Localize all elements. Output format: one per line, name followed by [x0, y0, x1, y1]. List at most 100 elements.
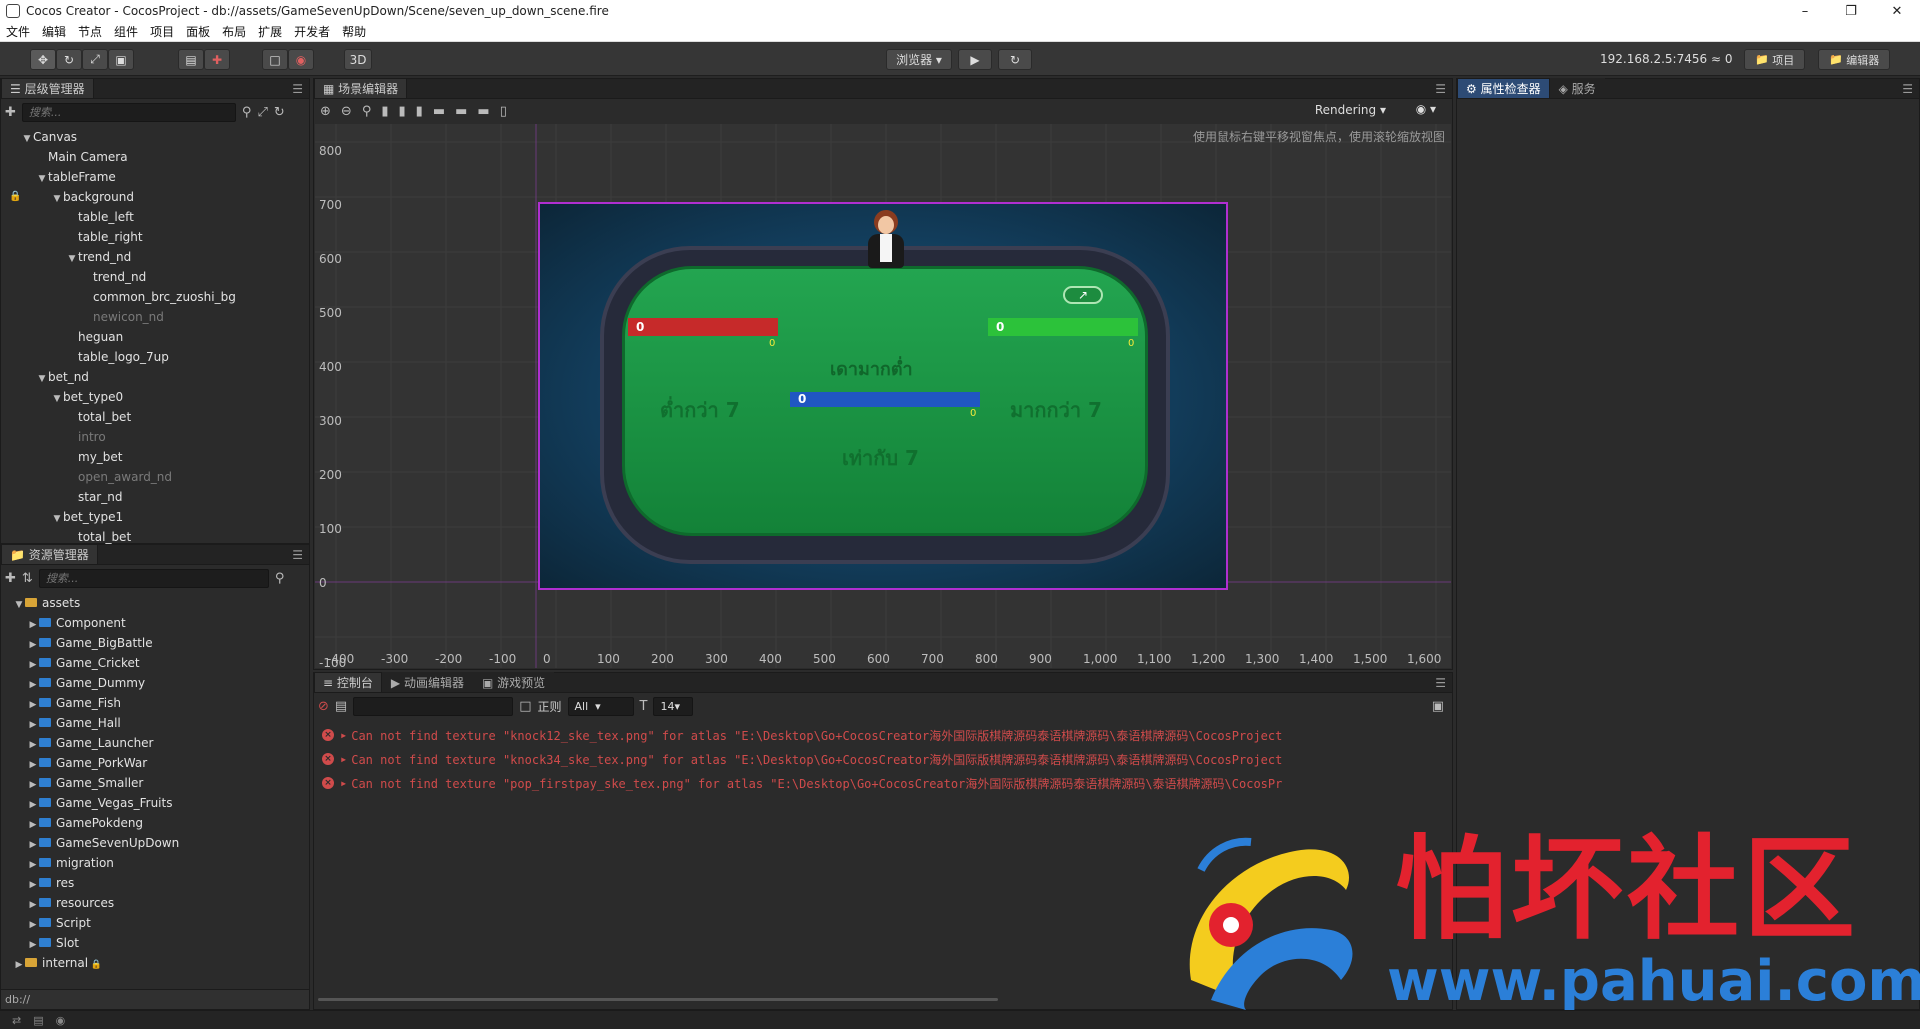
- expand-arrow-icon[interactable]: ▼: [51, 189, 63, 209]
- zoom-out-icon[interactable]: ⊖: [341, 104, 352, 119]
- align-middle-icon[interactable]: ▬: [455, 104, 467, 119]
- asset-folder[interactable]: ▶ Game_Dummy: [1, 673, 309, 693]
- asset-folder[interactable]: ▶ Script: [1, 913, 309, 933]
- expand-arrow-icon[interactable]: ▶: [27, 755, 39, 775]
- rotate-tool-icon[interactable]: ↻: [56, 49, 82, 70]
- add-asset-icon[interactable]: ✚: [5, 571, 16, 586]
- hierarchy-node[interactable]: table_left: [1, 207, 309, 227]
- console-filter-input[interactable]: [353, 696, 514, 716]
- asset-folder[interactable]: ▶ GameSevenUpDown: [1, 833, 309, 853]
- asset-folder[interactable]: ▶ Game_Smaller: [1, 773, 309, 793]
- expand-arrow-icon[interactable]: ▶: [27, 735, 39, 755]
- expand-arrow-icon[interactable]: ▼: [36, 169, 48, 189]
- expand-arrow-icon[interactable]: ▶: [27, 615, 39, 635]
- expand-arrow-icon[interactable]: ▶: [27, 795, 39, 815]
- panel-menu-icon[interactable]: ☰: [1435, 82, 1446, 96]
- menu-panel[interactable]: 面板: [180, 23, 216, 40]
- asset-folder[interactable]: ▶ Game_Vegas_Fruits: [1, 793, 309, 813]
- search-icon[interactable]: ⚲: [275, 571, 285, 586]
- refresh-icon[interactable]: ↻: [998, 49, 1032, 70]
- expand-arrow-icon[interactable]: ▶: [27, 915, 39, 935]
- menu-component[interactable]: 组件: [108, 23, 144, 40]
- asset-folder[interactable]: ▶ Component: [1, 613, 309, 633]
- hierarchy-node[interactable]: common_brc_zuoshi_bg: [1, 287, 309, 307]
- expand-arrow-icon[interactable]: ▶: [27, 635, 39, 655]
- origin-icon[interactable]: ✚: [204, 49, 230, 70]
- assets-search-input[interactable]: 搜索...: [38, 568, 269, 588]
- hierarchy-search-input[interactable]: 搜索...: [21, 102, 236, 122]
- expand-arrow-icon[interactable]: ▶: [27, 775, 39, 795]
- asset-folder[interactable]: ▶ Game_PorkWar: [1, 753, 309, 773]
- refresh-icon[interactable]: ↻: [274, 105, 285, 120]
- expand-arrow-icon[interactable]: ▸: [340, 728, 347, 742]
- camera-icon[interactable]: ◉ ▾: [1416, 102, 1436, 116]
- bet-low-label[interactable]: ต่ำกว่า 7: [660, 394, 740, 426]
- panel-menu-icon[interactable]: ☰: [292, 82, 303, 96]
- asset-folder[interactable]: ▶ internal 🔒: [1, 953, 309, 973]
- zoom-reset-icon[interactable]: ⚲: [362, 104, 372, 119]
- hierarchy-node[interactable]: ▼ Canvas: [1, 127, 309, 147]
- expand-arrow-icon[interactable]: ▼: [51, 509, 63, 529]
- tab-inspector[interactable]: ⚙ 属性检查器: [1457, 78, 1550, 98]
- pivot-icon[interactable]: ▤: [178, 49, 204, 70]
- expand-arrow-icon[interactable]: ▶: [27, 855, 39, 875]
- tab-game-preview[interactable]: ▣ 游戏预览: [472, 672, 555, 692]
- bet-seven-label[interactable]: เท่ากับ 7: [842, 442, 919, 474]
- asset-folder[interactable]: ▼ assets: [1, 593, 309, 613]
- panel-menu-icon[interactable]: ☰: [292, 548, 303, 562]
- expand-arrow-icon[interactable]: ▶: [27, 935, 39, 955]
- zoom-in-icon[interactable]: ⊕: [320, 104, 331, 119]
- expand-arrow-icon[interactable]: ▶: [13, 955, 25, 975]
- hierarchy-node[interactable]: total_bet: [1, 407, 309, 427]
- expand-arrow-icon[interactable]: ▶: [27, 715, 39, 735]
- menu-help[interactable]: 帮助: [336, 23, 372, 40]
- tab-animation[interactable]: ▶ 动画编辑器: [381, 672, 473, 692]
- hierarchy-node[interactable]: my_bet: [1, 447, 309, 467]
- mode-3d-button[interactable]: 3D: [344, 49, 372, 70]
- open-editor-button[interactable]: 📁 编辑器: [1818, 49, 1891, 70]
- hierarchy-node[interactable]: star_nd: [1, 487, 309, 507]
- rendering-select[interactable]: Rendering ▾: [1315, 103, 1386, 117]
- align-top-icon[interactable]: ▬: [433, 104, 445, 119]
- expand-arrow-icon[interactable]: ▶: [27, 895, 39, 915]
- expand-arrow-icon[interactable]: ▼: [21, 129, 33, 149]
- search-icon[interactable]: ⚲: [242, 105, 252, 120]
- console-error-row[interactable]: × ▸ Can not find texture "knock34_ske_tex…: [314, 747, 1452, 771]
- hierarchy-node[interactable]: ▼ bet_type0: [1, 387, 309, 407]
- hierarchy-node[interactable]: ▼ bet_nd: [1, 367, 309, 387]
- menu-layout[interactable]: 布局: [216, 23, 252, 40]
- regex-checkbox[interactable]: □: [519, 699, 531, 714]
- align-center-icon[interactable]: ▮: [399, 104, 406, 119]
- eye-icon[interactable]: ◉: [56, 1014, 66, 1027]
- expand-arrow-icon[interactable]: ▶: [27, 875, 39, 895]
- align-bottom-icon[interactable]: ▬: [477, 104, 489, 119]
- tab-assets[interactable]: 📁 资源管理器: [1, 544, 98, 564]
- distribute-icon[interactable]: ▯: [500, 104, 507, 119]
- menu-extension[interactable]: 扩展: [252, 23, 288, 40]
- sync-icon[interactable]: ⇄: [12, 1014, 21, 1027]
- expand-arrow-icon[interactable]: ▸: [340, 776, 347, 790]
- hierarchy-node[interactable]: intro: [1, 427, 309, 447]
- minimize-button[interactable]: –: [1782, 0, 1828, 22]
- game-canvas[interactable]: ↗ 0 0 0 0 0 0 เดามากต่ำ ต่ำกว่า 7 มากกว่…: [538, 202, 1228, 590]
- expand-arrow-icon[interactable]: ▶: [27, 675, 39, 695]
- db-icon[interactable]: ▤: [33, 1014, 43, 1027]
- clear-icon[interactable]: ⊘: [318, 699, 329, 714]
- panel-menu-icon[interactable]: ☰: [1435, 676, 1446, 690]
- asset-folder[interactable]: ▶ Game_Hall: [1, 713, 309, 733]
- maximize-button[interactable]: ❐: [1828, 0, 1874, 22]
- menu-file[interactable]: 文件: [0, 23, 36, 40]
- log-file-icon[interactable]: ▤: [335, 699, 347, 714]
- expand-arrow-icon[interactable]: ▶: [27, 655, 39, 675]
- scale-tool-icon[interactable]: ⤢: [82, 49, 108, 70]
- log-level-select[interactable]: All ▾: [567, 696, 634, 716]
- hierarchy-node[interactable]: table_logo_7up: [1, 347, 309, 367]
- hierarchy-node[interactable]: trend_nd: [1, 267, 309, 287]
- tab-scene[interactable]: ▦ 场景编辑器: [314, 78, 408, 98]
- menu-developer[interactable]: 开发者: [288, 23, 336, 40]
- hierarchy-node[interactable]: ▼ bet_type1: [1, 507, 309, 527]
- font-size-select[interactable]: 14 ▾: [653, 696, 694, 716]
- expand-arrow-icon[interactable]: ▼: [51, 389, 63, 409]
- asset-folder[interactable]: ▶ resources: [1, 893, 309, 913]
- play-icon[interactable]: ▶: [958, 49, 992, 70]
